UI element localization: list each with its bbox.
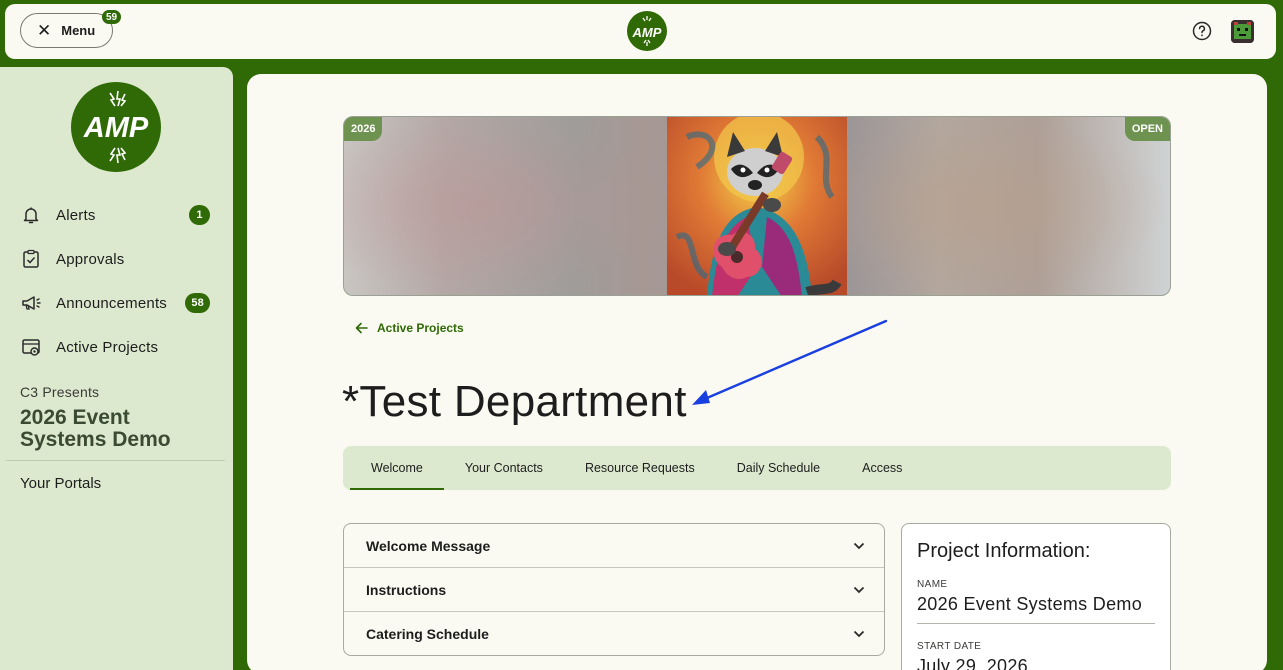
sidebar-item-label: Approvals bbox=[56, 250, 125, 268]
sidebar-item-announcements[interactable]: Announcements 58 bbox=[20, 288, 220, 318]
menu-label: Menu bbox=[61, 23, 96, 38]
accordion-instructions[interactable]: Instructions bbox=[344, 568, 884, 612]
sidebar: AMP Alerts 1 Approvals Announcements 58 bbox=[0, 67, 233, 670]
event-title[interactable]: 2026 Event Systems Demo bbox=[20, 407, 220, 451]
accordion-label: Instructions bbox=[366, 581, 447, 598]
project-tabs: Welcome Your Contacts Resource Requests … bbox=[343, 446, 1171, 490]
svg-text:AMP: AMP bbox=[83, 112, 149, 144]
arrow-left-icon bbox=[355, 322, 368, 334]
close-icon: ✕ bbox=[37, 21, 52, 40]
megaphone-icon bbox=[22, 296, 41, 310]
sidebar-divider bbox=[6, 460, 225, 461]
year-tag: 2026 bbox=[344, 117, 383, 141]
sidebar-item-alerts[interactable]: Alerts 1 bbox=[20, 200, 220, 230]
sidebar-item-label: Active Projects bbox=[56, 338, 159, 356]
clipboard-check-icon bbox=[23, 249, 39, 268]
menu-badge: 59 bbox=[102, 10, 122, 24]
amp-logo-large[interactable]: AMP bbox=[70, 81, 162, 173]
alerts-count-badge: 1 bbox=[189, 205, 210, 225]
annotation-arrow bbox=[692, 319, 888, 405]
status-tag: OPEN bbox=[1124, 117, 1170, 141]
raccoon-guitarist-image bbox=[667, 117, 847, 295]
event-presenter: C3 Presents bbox=[20, 384, 100, 400]
project-name-label: NAME bbox=[917, 579, 948, 590]
user-avatar-icon[interactable] bbox=[1231, 20, 1254, 43]
project-info-title: Project Information: bbox=[917, 540, 1091, 562]
start-date-label: START DATE bbox=[917, 641, 982, 652]
sidebar-item-approvals[interactable]: Approvals bbox=[20, 244, 220, 274]
projects-icon bbox=[22, 339, 40, 356]
menu-button[interactable]: ✕ Menu bbox=[20, 13, 113, 48]
tab-resource-requests[interactable]: Resource Requests bbox=[564, 446, 716, 490]
tab-welcome[interactable]: Welcome bbox=[350, 446, 444, 490]
accordion-label: Catering Schedule bbox=[366, 626, 489, 642]
banner-blur-left bbox=[344, 117, 667, 295]
accordion-label: Welcome Message bbox=[366, 537, 491, 554]
tab-access[interactable]: Access bbox=[841, 446, 923, 490]
page-title: *Test Department bbox=[342, 377, 687, 426]
chevron-down-icon bbox=[853, 630, 865, 638]
sidebar-item-label: Announcements bbox=[56, 294, 168, 312]
amp-logo[interactable]: AMP bbox=[626, 10, 668, 52]
announcements-count-badge: 58 bbox=[185, 293, 210, 313]
sidebar-item-label: Alerts bbox=[56, 206, 96, 224]
bell-icon bbox=[23, 207, 39, 224]
svg-text:AMP: AMP bbox=[632, 25, 662, 40]
accordion-welcome-message[interactable]: Welcome Message bbox=[344, 524, 884, 568]
start-date-value: July 29, 2026 bbox=[917, 656, 1028, 670]
help-circle-icon[interactable] bbox=[1192, 21, 1212, 41]
sidebar-item-active-projects[interactable]: Active Projects bbox=[20, 332, 220, 362]
accordion-catering-schedule[interactable]: Catering Schedule bbox=[344, 612, 884, 655]
banner-blur-right bbox=[847, 117, 1170, 295]
tab-daily-schedule[interactable]: Daily Schedule bbox=[716, 446, 841, 490]
welcome-accordion: Welcome Message Instructions Catering Sc… bbox=[343, 523, 885, 656]
project-name-value: 2026 Event Systems Demo bbox=[917, 594, 1155, 624]
project-information-card: Project Information: NAME 2026 Event Sys… bbox=[901, 523, 1171, 670]
back-to-active-projects-link[interactable]: Active Projects bbox=[355, 321, 464, 335]
chevron-down-icon bbox=[853, 586, 865, 593]
tab-your-contacts[interactable]: Your Contacts bbox=[444, 446, 564, 490]
sidebar-item-your-portals[interactable]: Your Portals bbox=[20, 475, 101, 492]
main-panel: 2026 OPEN Active Projects *Test Departme… bbox=[247, 74, 1267, 670]
back-link-label: Active Projects bbox=[377, 321, 464, 335]
top-bar: ✕ Menu 59 AMP bbox=[5, 4, 1276, 59]
project-banner: 2026 OPEN bbox=[343, 116, 1171, 296]
chevron-down-icon bbox=[853, 542, 865, 549]
